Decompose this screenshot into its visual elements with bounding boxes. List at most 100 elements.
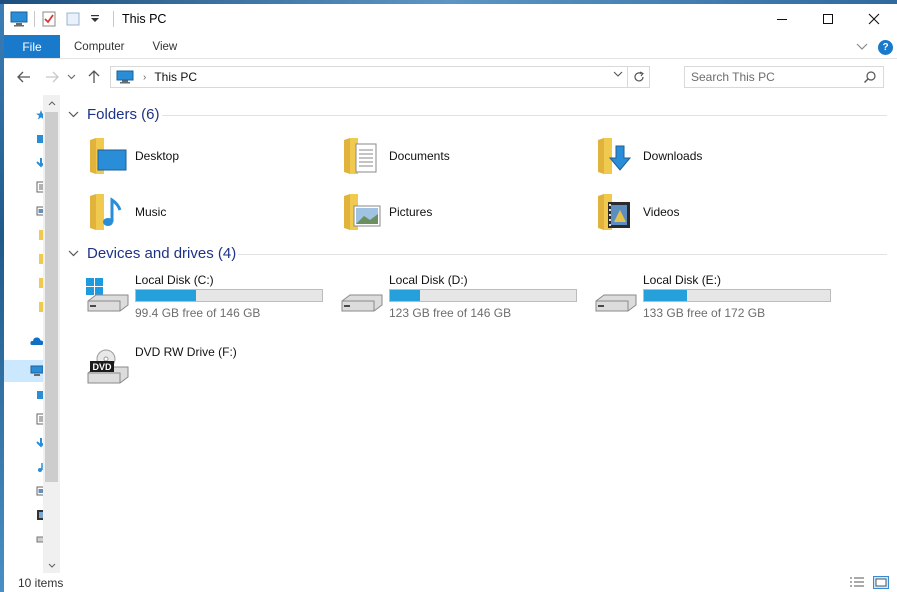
- quick-access-toolbar: [4, 4, 114, 34]
- folder-label: Music: [135, 205, 167, 219]
- refresh-button[interactable]: [627, 67, 649, 87]
- drive-usage-bar: [643, 289, 831, 302]
- folder-label: Desktop: [135, 149, 180, 163]
- chevron-down-icon: [48, 563, 55, 568]
- properties-icon[interactable]: [41, 11, 59, 27]
- collapse-chevron-icon: [68, 111, 79, 118]
- scrollbar-thumb[interactable]: [45, 112, 58, 482]
- file-list-pane: Folders (6) Desktop Documents Downloads …: [62, 95, 897, 573]
- drive-usage-fill: [644, 290, 687, 301]
- toolbar-separator: [34, 11, 35, 27]
- minimize-button[interactable]: [759, 4, 805, 34]
- folders-group-header[interactable]: Folders (6): [68, 106, 160, 123]
- new-folder-icon[interactable]: [65, 11, 83, 27]
- folder-item-downloads[interactable]: Downloads: [570, 133, 810, 179]
- drive-usage-bar: [389, 289, 577, 302]
- up-arrow-icon: [88, 70, 100, 83]
- item-count: 10 items: [18, 576, 64, 590]
- group-divider: [162, 115, 887, 116]
- dvd-drive-icon: DVD: [84, 349, 132, 389]
- drive-name: DVD RW Drive (F:): [135, 345, 237, 359]
- drive-item-f-dvd[interactable]: DVD DVD RW Drive (F:): [62, 343, 312, 403]
- tab-view[interactable]: View: [139, 35, 192, 58]
- folder-item-documents[interactable]: Documents: [316, 133, 556, 179]
- drive-usage-fill: [390, 290, 420, 301]
- dvd-label: DVD: [92, 362, 112, 372]
- help-icon[interactable]: ?: [878, 39, 893, 55]
- expand-ribbon-icon[interactable]: [856, 43, 868, 51]
- forward-button[interactable]: [40, 65, 64, 89]
- back-arrow-icon: [17, 71, 30, 83]
- search-icon[interactable]: [863, 70, 877, 84]
- recent-locations-button[interactable]: [64, 65, 78, 89]
- search-box[interactable]: [684, 66, 884, 88]
- window-controls: [759, 4, 897, 34]
- this-pc-icon: [115, 70, 135, 84]
- folder-label: Downloads: [643, 149, 703, 163]
- drive-free-space: 99.4 GB free of 146 GB: [135, 306, 261, 320]
- ribbon-tabs: File Computer View ?: [4, 35, 897, 59]
- videos-folder-icon: [596, 192, 636, 232]
- drive-name: Local Disk (D:): [389, 273, 468, 287]
- maximize-button[interactable]: [805, 4, 851, 34]
- hard-drive-icon: [338, 277, 386, 317]
- title-bar: This PC: [4, 4, 897, 34]
- folder-item-videos[interactable]: Videos: [570, 189, 810, 235]
- ribbon-right-controls: ?: [856, 37, 893, 57]
- status-bar: 10 items: [4, 574, 897, 592]
- tab-file[interactable]: File: [4, 35, 60, 58]
- up-button[interactable]: [82, 65, 106, 89]
- search-input[interactable]: [691, 70, 861, 84]
- address-bar[interactable]: › This PC: [110, 66, 650, 88]
- large-icons-view-button[interactable]: [873, 576, 889, 589]
- music-folder-icon: [88, 192, 128, 232]
- tab-computer[interactable]: Computer: [60, 35, 139, 58]
- folder-item-pictures[interactable]: Pictures: [316, 189, 556, 235]
- collapse-chevron-icon: [68, 250, 79, 257]
- this-pc-app-icon[interactable]: [10, 11, 28, 27]
- drive-usage-bar: [135, 289, 323, 302]
- details-view-button[interactable]: [849, 576, 865, 589]
- minimize-icon: [777, 19, 787, 20]
- folder-label: Pictures: [389, 205, 433, 219]
- drive-item-c[interactable]: Local Disk (C:) 99.4 GB free of 146 GB: [62, 271, 323, 331]
- folder-item-desktop[interactable]: Desktop: [62, 133, 302, 179]
- scroll-down-button[interactable]: [43, 557, 60, 573]
- back-button[interactable]: [12, 65, 36, 89]
- documents-folder-icon: [342, 136, 382, 176]
- breadcrumb-chevron[interactable]: ›: [143, 72, 146, 83]
- close-icon: [868, 13, 880, 25]
- toolbar-separator: [113, 11, 114, 27]
- refresh-icon: [633, 71, 644, 82]
- scroll-up-button[interactable]: [43, 95, 60, 111]
- downloads-folder-icon: [596, 136, 636, 176]
- windows-drive-icon: [84, 277, 132, 317]
- close-button[interactable]: [851, 4, 897, 34]
- large-icons-view-icon: [873, 576, 889, 589]
- chevron-down-icon: [67, 74, 75, 80]
- drives-group-title: Devices and drives (4): [87, 245, 237, 262]
- breadcrumb-this-pc[interactable]: This PC: [154, 70, 197, 84]
- group-divider: [238, 254, 887, 255]
- onedrive-icon[interactable]: [30, 335, 44, 347]
- drive-item-e[interactable]: Local Disk (E:) 133 GB free of 172 GB: [570, 271, 831, 331]
- drives-group-header[interactable]: Devices and drives (4): [68, 245, 236, 262]
- maximize-icon: [823, 14, 833, 24]
- drive-name: Local Disk (E:): [643, 273, 722, 287]
- forward-arrow-icon: [46, 71, 59, 83]
- folder-item-music[interactable]: Music: [62, 189, 302, 235]
- chevron-up-icon: [48, 100, 55, 105]
- window-title: This PC: [122, 12, 167, 26]
- folder-label: Videos: [643, 205, 680, 219]
- hard-drive-icon: [592, 277, 640, 317]
- this-pc-nav-icon[interactable]: [30, 365, 44, 377]
- address-dropdown-button[interactable]: [613, 69, 623, 80]
- drive-usage-fill: [136, 290, 196, 301]
- drive-free-space: 133 GB free of 172 GB: [643, 306, 766, 320]
- drive-item-d[interactable]: Local Disk (D:) 123 GB free of 146 GB: [316, 271, 577, 331]
- navigation-pane: [4, 95, 47, 573]
- customize-toolbar-dropdown-icon[interactable]: [89, 11, 107, 27]
- drive-name: Local Disk (C:): [135, 273, 214, 287]
- folder-label: Documents: [389, 149, 450, 163]
- desktop-folder-icon: [88, 136, 128, 176]
